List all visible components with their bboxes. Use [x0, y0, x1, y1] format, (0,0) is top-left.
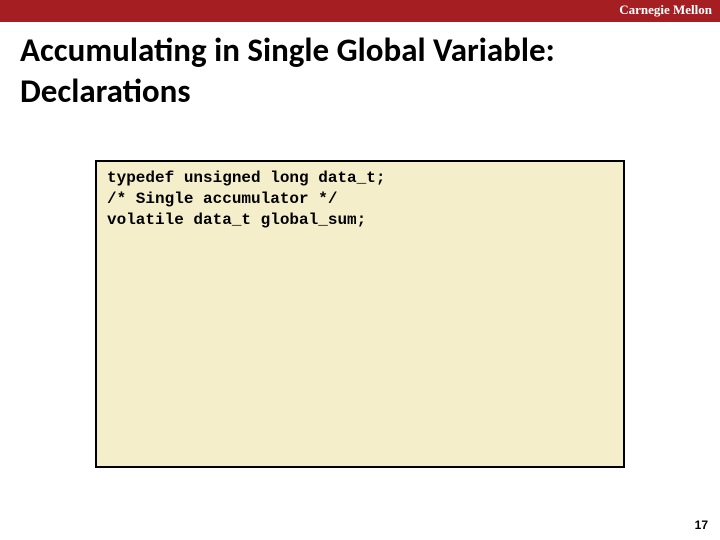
- code-line: volatile data_t global_sum;: [107, 210, 613, 231]
- code-block: typedef unsigned long data_t; /* Single …: [95, 160, 625, 468]
- code-line: typedef unsigned long data_t;: [107, 168, 613, 189]
- header-bar: Carnegie Mellon: [0, 0, 720, 22]
- institution-label: Carnegie Mellon: [619, 2, 712, 18]
- page-number: 17: [695, 518, 708, 532]
- slide-title: Accumulating in Single Global Variable: …: [0, 22, 720, 113]
- code-line: /* Single accumulator */: [107, 189, 613, 210]
